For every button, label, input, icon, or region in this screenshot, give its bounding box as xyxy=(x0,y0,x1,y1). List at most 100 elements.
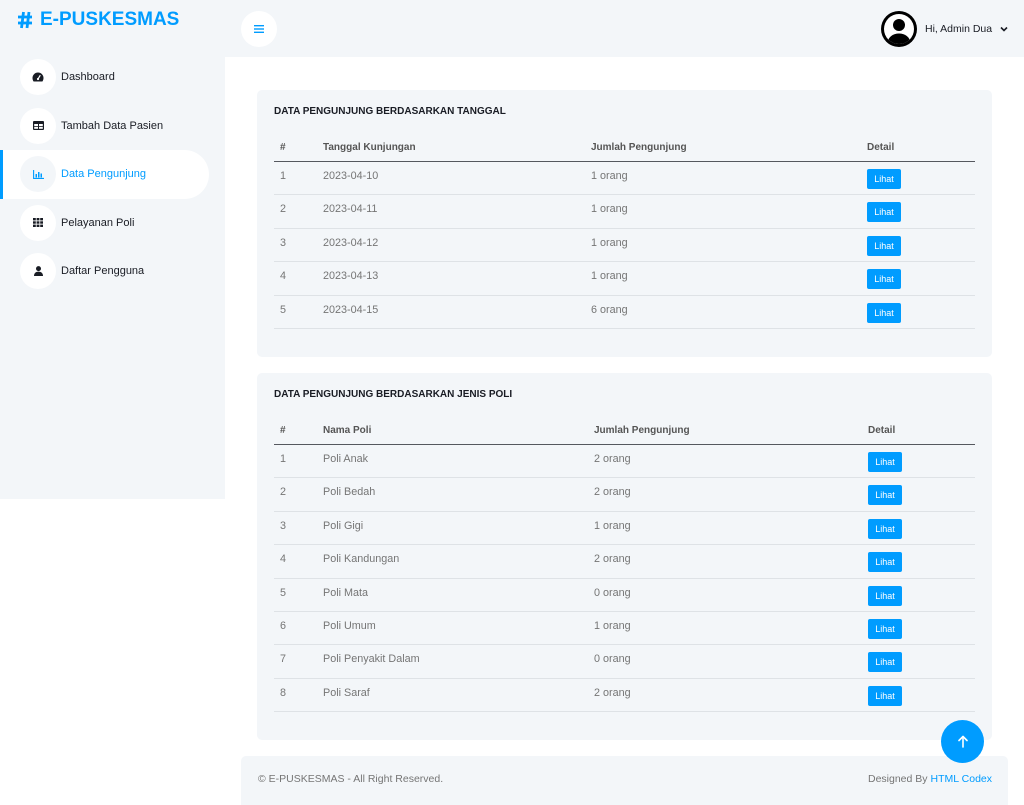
row-number: 1 xyxy=(280,453,287,465)
visitor-count: 2 orang xyxy=(594,553,631,566)
poli-name: Poli Anak xyxy=(323,453,369,465)
column-header: Jumlah Pengunjung xyxy=(591,141,687,153)
detail-cell: Lihat xyxy=(861,262,975,294)
detail-cell: Lihat xyxy=(861,162,975,194)
brand-logo[interactable]: E-PUSKESMAS xyxy=(17,8,179,32)
designer-link[interactable]: HTML Codex xyxy=(931,773,992,785)
visits-by-poli-table: # Nama Poli Jumlah Pengunjung Detail 1 P… xyxy=(274,417,975,713)
column-header: # xyxy=(280,141,286,153)
detail-button[interactable]: Lihat xyxy=(868,685,902,706)
visit-date: 2023-04-11 xyxy=(323,203,378,216)
bars-icon xyxy=(254,25,264,33)
table-header-row: # Tanggal Kunjungan Jumlah Pengunjung De… xyxy=(274,134,975,162)
hashtag-icon xyxy=(17,11,33,29)
user-greeting: Hi, Admin Dua xyxy=(925,23,993,35)
user-icon xyxy=(20,253,56,290)
designed-by-label: Designed By xyxy=(867,773,928,785)
poli-name: Poli Mata xyxy=(323,586,369,599)
back-to-top-button[interactable] xyxy=(941,720,984,763)
row-number: 5 xyxy=(280,586,287,599)
user-avatar-icon xyxy=(881,11,917,47)
table-row: 1 2023-04-10 1 orang Lihat xyxy=(274,162,975,196)
detail-button[interactable]: Lihat xyxy=(868,652,902,673)
sidebar-item-daftar-pengguna[interactable]: Daftar Pengguna xyxy=(0,247,209,296)
detail-button[interactable]: Lihat xyxy=(867,169,901,189)
user-dropdown[interactable]: Hi, Admin Dua xyxy=(881,11,1008,47)
detail-button[interactable]: Lihat xyxy=(868,485,902,506)
visit-date: 2023-04-13 xyxy=(323,270,379,283)
detail-button[interactable]: Lihat xyxy=(867,235,901,256)
detail-button[interactable]: Lihat xyxy=(867,269,901,290)
designer-credit: Designed By HTML Codex xyxy=(868,772,992,805)
visit-date: 2023-04-10 xyxy=(323,170,379,182)
grid-icon xyxy=(20,204,56,241)
visit-date: 2023-04-15 xyxy=(323,303,379,316)
arrow-up-icon xyxy=(957,735,968,748)
poli-name: Poli Saraf xyxy=(323,686,370,699)
detail-button[interactable]: Lihat xyxy=(868,618,902,639)
column-header: Nama Poli xyxy=(323,424,372,436)
table-row: 7 Poli Penyakit Dalam 0 orang Lihat xyxy=(274,645,975,679)
table-row: 2 2023-04-11 1 orang Lihat xyxy=(274,195,975,229)
visits-by-date-card: DATA PENGUNJUNG BERDASARKAN TANGGAL # Ta… xyxy=(257,90,992,357)
row-number: 2 xyxy=(280,203,287,216)
detail-button[interactable]: Lihat xyxy=(867,302,901,323)
table-row: 4 Poli Kandungan 2 orang Lihat xyxy=(274,545,975,579)
poli-name: Poli Penyakit Dalam xyxy=(323,653,420,666)
detail-button[interactable]: Lihat xyxy=(868,585,902,606)
sidebar: E-PUSKESMAS Dashboard Tambah Data Pasien… xyxy=(0,0,225,499)
top-navbar: Hi, Admin Dua xyxy=(225,0,1024,57)
visit-date: 2023-04-12 xyxy=(323,236,379,249)
detail-cell: Lihat xyxy=(862,612,975,644)
chevron-down-icon xyxy=(1000,26,1008,32)
sidebar-item-data-pengunjung[interactable]: Data Pengunjung xyxy=(0,150,209,199)
row-number: 3 xyxy=(280,519,287,532)
sidebar-item-label: Tambah Data Pasien xyxy=(61,119,164,132)
footer: © E-PUSKESMAS - All Right Reserved. Desi… xyxy=(241,756,1008,805)
detail-cell: Lihat xyxy=(862,645,975,677)
detail-button[interactable]: Lihat xyxy=(868,552,902,573)
row-number: 1 xyxy=(280,170,287,182)
table-row: 3 2023-04-12 1 orang Lihat xyxy=(274,229,975,263)
table-row: 3 Poli Gigi 1 orang Lihat xyxy=(274,512,975,546)
table-row: 1 Poli Anak 2 orang Lihat xyxy=(274,445,975,479)
table-row: 2 Poli Bedah 2 orang Lihat xyxy=(274,478,975,512)
sidebar-toggle-button[interactable] xyxy=(241,11,277,47)
brand-name: E-PUSKESMAS xyxy=(40,9,180,30)
sidebar-item-dashboard[interactable]: Dashboard xyxy=(0,53,209,102)
table-row: 5 Poli Mata 0 orang Lihat xyxy=(274,579,975,612)
detail-button[interactable]: Lihat xyxy=(868,518,902,539)
column-header: Jumlah Pengunjung xyxy=(594,424,690,436)
visitor-count: 2 orang xyxy=(594,686,631,699)
detail-cell: Lihat xyxy=(862,579,975,611)
visitor-count: 2 orang xyxy=(594,453,631,465)
tachometer-icon xyxy=(20,59,56,96)
visits-by-date-table: # Tanggal Kunjungan Jumlah Pengunjung De… xyxy=(274,134,975,329)
visitor-count: 1 orang xyxy=(594,619,631,632)
detail-button[interactable]: Lihat xyxy=(867,202,901,223)
column-header: Detail xyxy=(868,424,896,436)
row-number: 7 xyxy=(280,653,287,666)
table-header-row: # Nama Poli Jumlah Pengunjung Detail xyxy=(274,417,975,445)
detail-cell: Lihat xyxy=(861,296,975,328)
row-number: 6 xyxy=(280,619,287,632)
column-header: Tanggal Kunjungan xyxy=(323,141,416,153)
visits-by-poli-card: DATA PENGUNJUNG BERDASARKAN JENIS POLI #… xyxy=(257,373,992,741)
table-row: 6 Poli Umum 1 orang Lihat xyxy=(274,612,975,646)
detail-button[interactable]: Lihat xyxy=(868,452,902,472)
row-number: 3 xyxy=(280,236,287,249)
sidebar-item-pelayanan-poli[interactable]: Pelayanan Poli xyxy=(0,199,209,248)
card-title: DATA PENGUNJUNG BERDASARKAN TANGGAL xyxy=(274,106,506,117)
visitor-count: 0 orang xyxy=(594,586,631,599)
visitor-count: 0 orang xyxy=(594,653,631,666)
poli-name: Poli Umum xyxy=(323,619,376,632)
poli-name: Poli Bedah xyxy=(323,486,376,499)
detail-cell: Lihat xyxy=(862,478,975,510)
table-icon xyxy=(20,107,56,144)
row-number: 4 xyxy=(280,553,287,566)
row-number: 5 xyxy=(280,303,287,316)
sidebar-item-tambah-data-pasien[interactable]: Tambah Data Pasien xyxy=(0,102,209,151)
sidebar-item-label: Data Pengunjung xyxy=(61,168,147,181)
table-row: 5 2023-04-15 6 orang Lihat xyxy=(274,296,975,329)
table-row: 8 Poli Saraf 2 orang Lihat xyxy=(274,679,975,713)
